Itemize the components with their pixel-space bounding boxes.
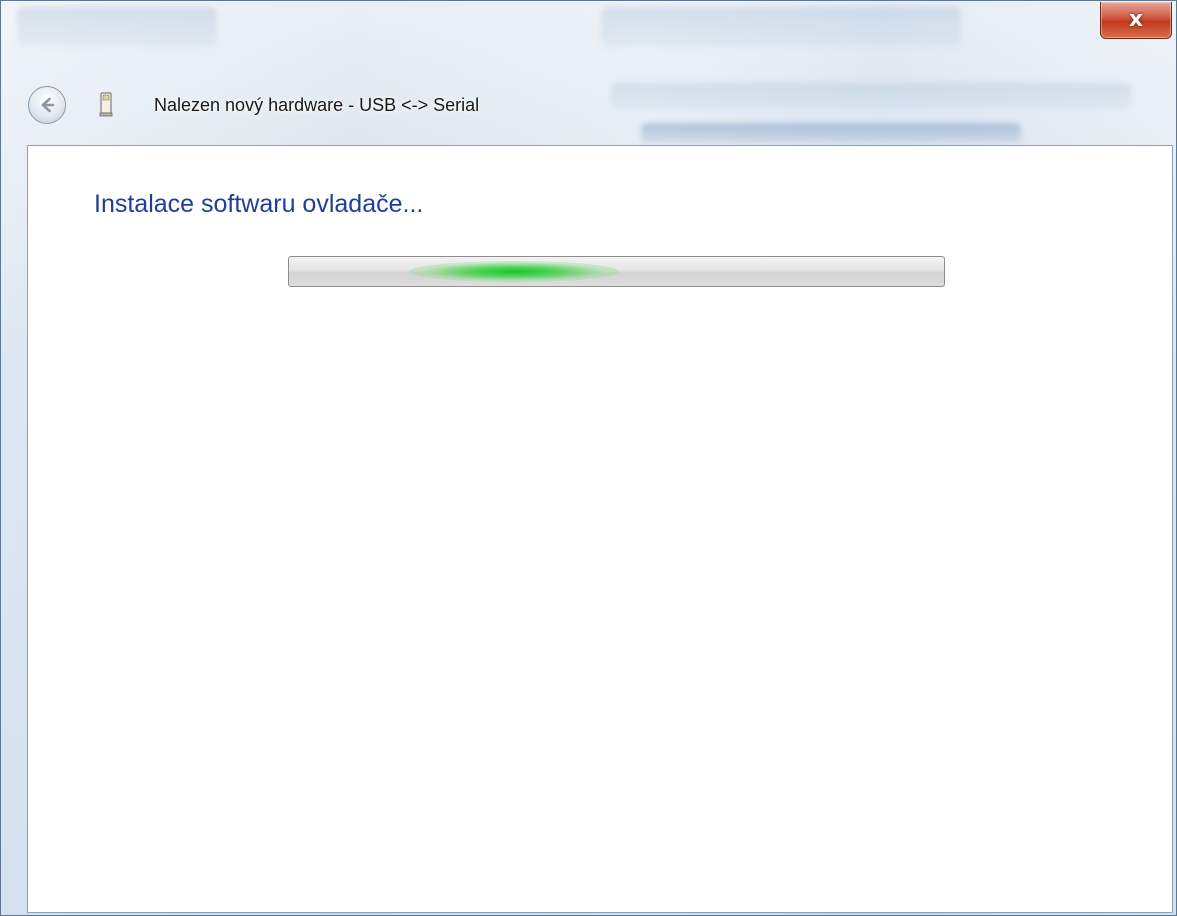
close-button[interactable]: x xyxy=(1100,2,1172,39)
back-button[interactable] xyxy=(28,86,66,124)
usb-device-icon xyxy=(99,92,113,117)
wizard-content: Instalace softwaru ovladače... xyxy=(27,145,1173,913)
glass-background xyxy=(601,7,961,47)
page-heading: Instalace softwaru ovladače... xyxy=(94,190,424,218)
dialog-window: x Nalezen nový hardware - USB <-> Serial… xyxy=(0,0,1177,916)
back-arrow-icon xyxy=(41,97,55,113)
glass-background xyxy=(611,83,1131,109)
progress-bar xyxy=(288,256,945,287)
close-icon: x xyxy=(1128,7,1144,32)
progress-marquee xyxy=(409,261,619,282)
window-title: Nalezen nový hardware - USB <-> Serial xyxy=(154,95,480,115)
glass-background xyxy=(641,123,1021,143)
glass-background xyxy=(17,7,217,47)
